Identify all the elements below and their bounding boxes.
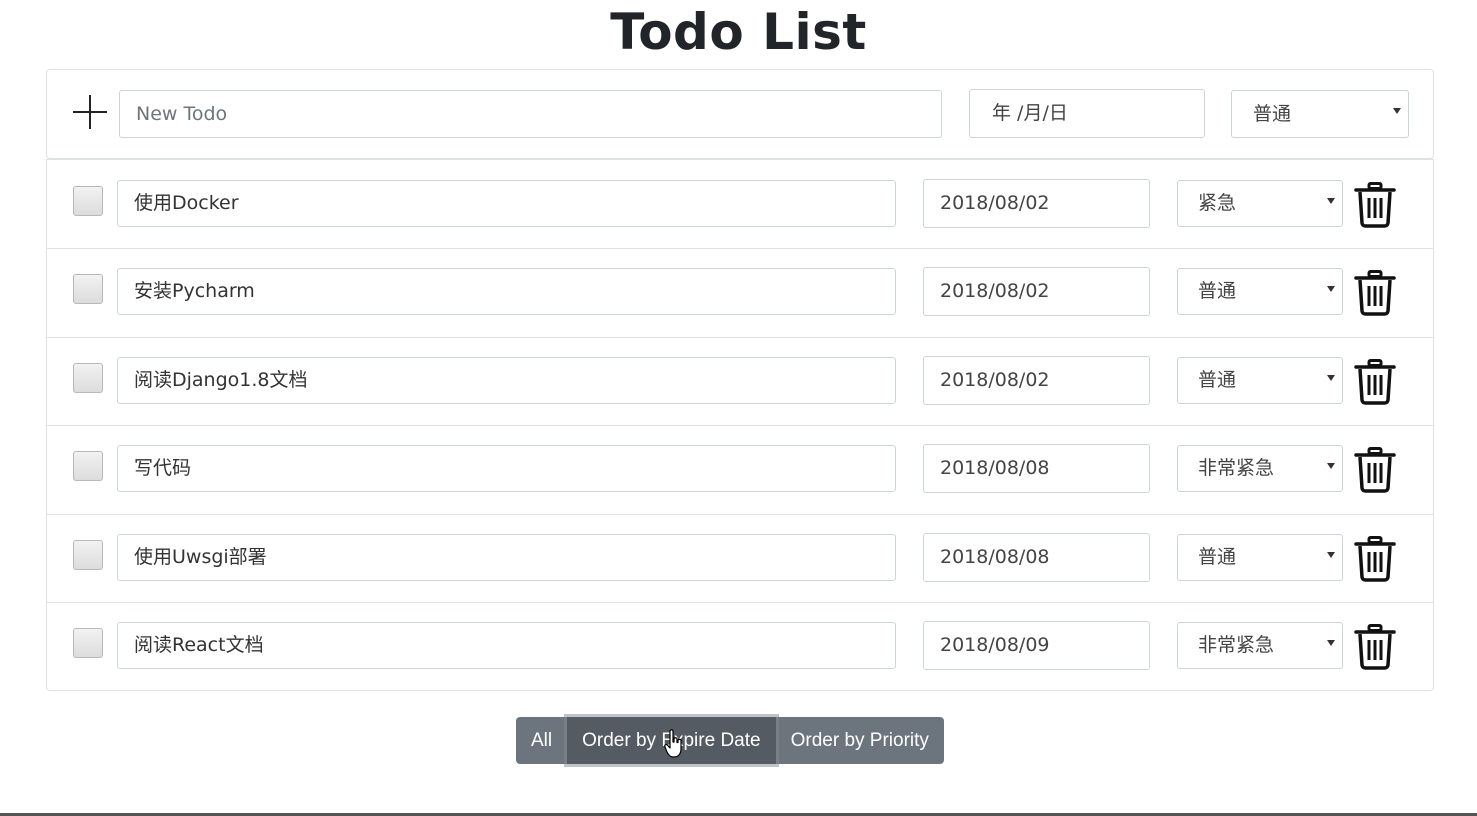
trash-icon[interactable] <box>1353 359 1397 405</box>
todo-row: 阅读React文档 2018/08/09 非常紧急 <box>47 602 1433 691</box>
todo-date-field[interactable]: 2018/08/08 <box>923 444 1150 493</box>
todo-date-field[interactable]: 2018/08/08 <box>923 533 1150 582</box>
order-by-expire-date-button[interactable]: Order by Expire Date <box>567 717 776 764</box>
todo-priority-select[interactable]: 普通 <box>1177 534 1343 581</box>
filter-button-group: All Order by Expire Date Order by Priori… <box>516 717 944 764</box>
new-todo-card: 年 /月/日 普通 <box>46 69 1434 159</box>
trash-icon[interactable] <box>1353 182 1397 228</box>
todo-checkbox[interactable] <box>73 186 103 216</box>
todo-priority-value: 紧急 <box>1177 180 1343 227</box>
todo-text-field[interactable]: 阅读React文档 <box>117 622 896 669</box>
all-button[interactable]: All <box>516 717 568 764</box>
new-todo-input[interactable] <box>119 90 942 138</box>
todo-checkbox[interactable] <box>73 363 103 393</box>
todo-text-field[interactable]: 使用Docker <box>117 180 896 227</box>
todo-checkbox[interactable] <box>73 274 103 304</box>
todo-date-field[interactable]: 2018/08/02 <box>923 356 1150 405</box>
trash-icon[interactable] <box>1353 270 1397 316</box>
todo-text-field[interactable]: 安装Pycharm <box>117 268 896 315</box>
new-todo-date-field[interactable]: 年 /月/日 <box>969 89 1205 138</box>
todo-priority-value: 普通 <box>1177 534 1343 581</box>
todo-priority-value: 普通 <box>1177 357 1343 404</box>
todo-priority-select[interactable]: 紧急 <box>1177 180 1343 227</box>
todo-text-field[interactable]: 写代码 <box>117 445 896 492</box>
todo-checkbox[interactable] <box>73 540 103 570</box>
new-todo-priority-select[interactable]: 普通 <box>1231 90 1409 138</box>
plus-icon[interactable] <box>73 95 107 129</box>
todo-row: 写代码 2018/08/08 非常紧急 <box>47 425 1433 514</box>
todo-priority-select[interactable]: 普通 <box>1177 268 1343 315</box>
todo-text-field[interactable]: 阅读Django1.8文档 <box>117 357 896 404</box>
todo-priority-value: 非常紧急 <box>1177 445 1343 492</box>
new-todo-priority-value: 普通 <box>1231 90 1409 138</box>
todo-checkbox[interactable] <box>73 451 103 481</box>
page-title: Todo List <box>610 3 867 61</box>
todo-priority-select[interactable]: 普通 <box>1177 357 1343 404</box>
todo-text-field[interactable]: 使用Uwsgi部署 <box>117 534 896 581</box>
order-by-priority-button[interactable]: Order by Priority <box>775 717 944 764</box>
todo-date-field[interactable]: 2018/08/02 <box>923 267 1150 316</box>
todo-date-field[interactable]: 2018/08/02 <box>923 179 1150 228</box>
trash-icon[interactable] <box>1353 536 1397 582</box>
todo-priority-value: 普通 <box>1177 268 1343 315</box>
todo-priority-select[interactable]: 非常紧急 <box>1177 445 1343 492</box>
todo-list: 使用Docker 2018/08/02 紧急安装Pycharm 2018/08/02 普… <box>46 159 1434 691</box>
todo-checkbox[interactable] <box>73 628 103 658</box>
trash-icon[interactable] <box>1353 624 1397 670</box>
todo-row: 阅读Django1.8文档 2018/08/02 普通 <box>47 337 1433 425</box>
todo-priority-select[interactable]: 非常紧急 <box>1177 622 1343 669</box>
todo-date-field[interactable]: 2018/08/09 <box>923 621 1150 670</box>
todo-row: 使用Uwsgi部署 2018/08/08 普通 <box>47 514 1433 602</box>
trash-icon[interactable] <box>1353 447 1397 493</box>
todo-priority-value: 非常紧急 <box>1177 622 1343 669</box>
todo-row: 安装Pycharm 2018/08/02 普通 <box>47 248 1433 337</box>
todo-row: 使用Docker 2018/08/02 紧急 <box>47 160 1433 248</box>
